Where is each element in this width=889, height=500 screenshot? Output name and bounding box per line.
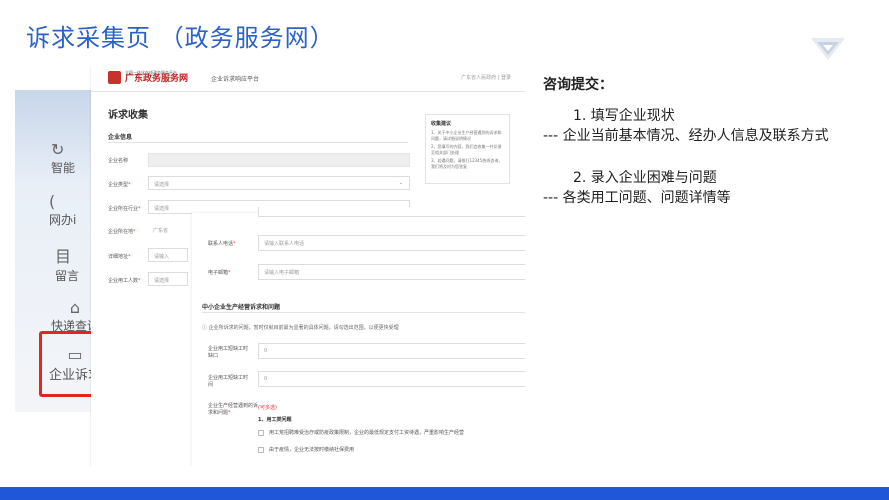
problems-section-title: 中小企业生产经营诉求和问题 xyxy=(202,304,281,311)
option-row[interactable]: 用工荒招聘难受治疗或防疫政策限制，企业的最低规定支付工资待遇，严重影响生产经营 xyxy=(258,429,464,436)
site-header: 全国一体化在线政务服务平台 广东政务服务网 企业诉求响应平台 广东省人民政府 |… xyxy=(91,66,525,92)
step-title: 1. 填写企业现状 xyxy=(573,108,675,124)
step-description: --- 各类用工问题、问题详情等 xyxy=(543,190,731,206)
slide-title: 诉求采集页 （政务服务网） xyxy=(26,24,335,52)
shortage-label: 企业用工短缺工时间 xyxy=(208,375,249,388)
section-divider xyxy=(108,142,408,143)
section-title: 企业信息 xyxy=(108,134,133,141)
notes-heading: 咨询提交： xyxy=(543,77,613,93)
site-brand[interactable]: 全国一体化在线政务服务平台 广东政务服务网 xyxy=(108,71,188,84)
previous-field-input[interactable] xyxy=(258,207,525,217)
checkbox[interactable] xyxy=(258,446,264,453)
problems-label: 企业生产经营遇到的诉求和问题* xyxy=(208,403,259,416)
industry-label: 企业所在行业* xyxy=(108,206,141,212)
step-description: --- 企业当前基本情况、经办人信息及联系方式 xyxy=(543,128,829,144)
company-name-field[interactable] xyxy=(148,153,410,167)
contact-phone-input[interactable]: 请输入联系人电话 xyxy=(258,235,525,251)
company-type-label: 企业类型* xyxy=(108,182,131,188)
collection-tips: 收集建议 1、关于中小企业生产经营遇到的诉求和问题，请详细说明情况 2、您填写的… xyxy=(425,114,510,184)
gap-label: 企业用工短缺工时缺口 xyxy=(208,346,249,359)
category-label: 1、用工类问题 xyxy=(258,417,292,423)
website-screenshot: ↻ 智能 ( 网办i 目 留言 ⌂ 快递查询 ▭ 企业诉求 全国一体化在线政务服… xyxy=(15,66,525,466)
multi-select-hint: (可多选) xyxy=(258,405,277,411)
address-input[interactable]: 请输入 xyxy=(148,248,188,262)
location-select[interactable]: 广东省 xyxy=(148,223,188,237)
option-row[interactable]: 由于疫情，企业无法按时缴纳社保费用 xyxy=(258,446,354,453)
staff-count-label: 企业用工人数* xyxy=(108,278,141,284)
problems-note: ⓘ 企业所诉求的问题，暂时仅就目前最为显著的具体问题，请勾选出范围，以便更快受理 xyxy=(202,325,399,331)
section-divider xyxy=(202,312,525,313)
staff-count-select[interactable]: 请选择 xyxy=(148,272,188,286)
gov-emblem-icon xyxy=(108,71,121,84)
chevron-down-icon: ⌄ xyxy=(398,180,403,186)
contact-phone-label: 联系人电话* xyxy=(208,241,236,247)
email-input[interactable]: 请输入电子邮箱 xyxy=(258,264,525,280)
address-label: 详细地址* xyxy=(108,254,131,260)
platform-name: 企业诉求响应平台 xyxy=(211,76,260,83)
form-title: 诉求收集 xyxy=(108,110,148,121)
step-title: 2. 录入企业困难与问题 xyxy=(573,170,717,186)
company-name-label: 企业名称 xyxy=(108,158,129,164)
email-label: 电子邮箱* xyxy=(208,270,231,276)
checkbox[interactable] xyxy=(258,429,264,436)
form-continuation-screenshot: 联系人电话* 请输入联系人电话 电子邮箱* 请输入电子邮箱 中小企业生产经营诉求… xyxy=(192,207,525,466)
company-logo xyxy=(811,38,845,60)
header-links[interactable]: 广东省人民政府 | 登录 xyxy=(461,74,511,81)
shortage-input[interactable]: 0 xyxy=(258,371,525,387)
location-label: 企业所在地* xyxy=(108,229,136,235)
explanation-notes: 咨询提交： 1. 填写企业现状 --- 企业当前基本情况、经办人信息及联系方式 … xyxy=(543,74,873,230)
bottom-accent-bar xyxy=(0,487,889,500)
company-type-select[interactable]: 请选择 ⌄ xyxy=(148,176,410,190)
gap-input[interactable]: 0 xyxy=(258,343,525,359)
